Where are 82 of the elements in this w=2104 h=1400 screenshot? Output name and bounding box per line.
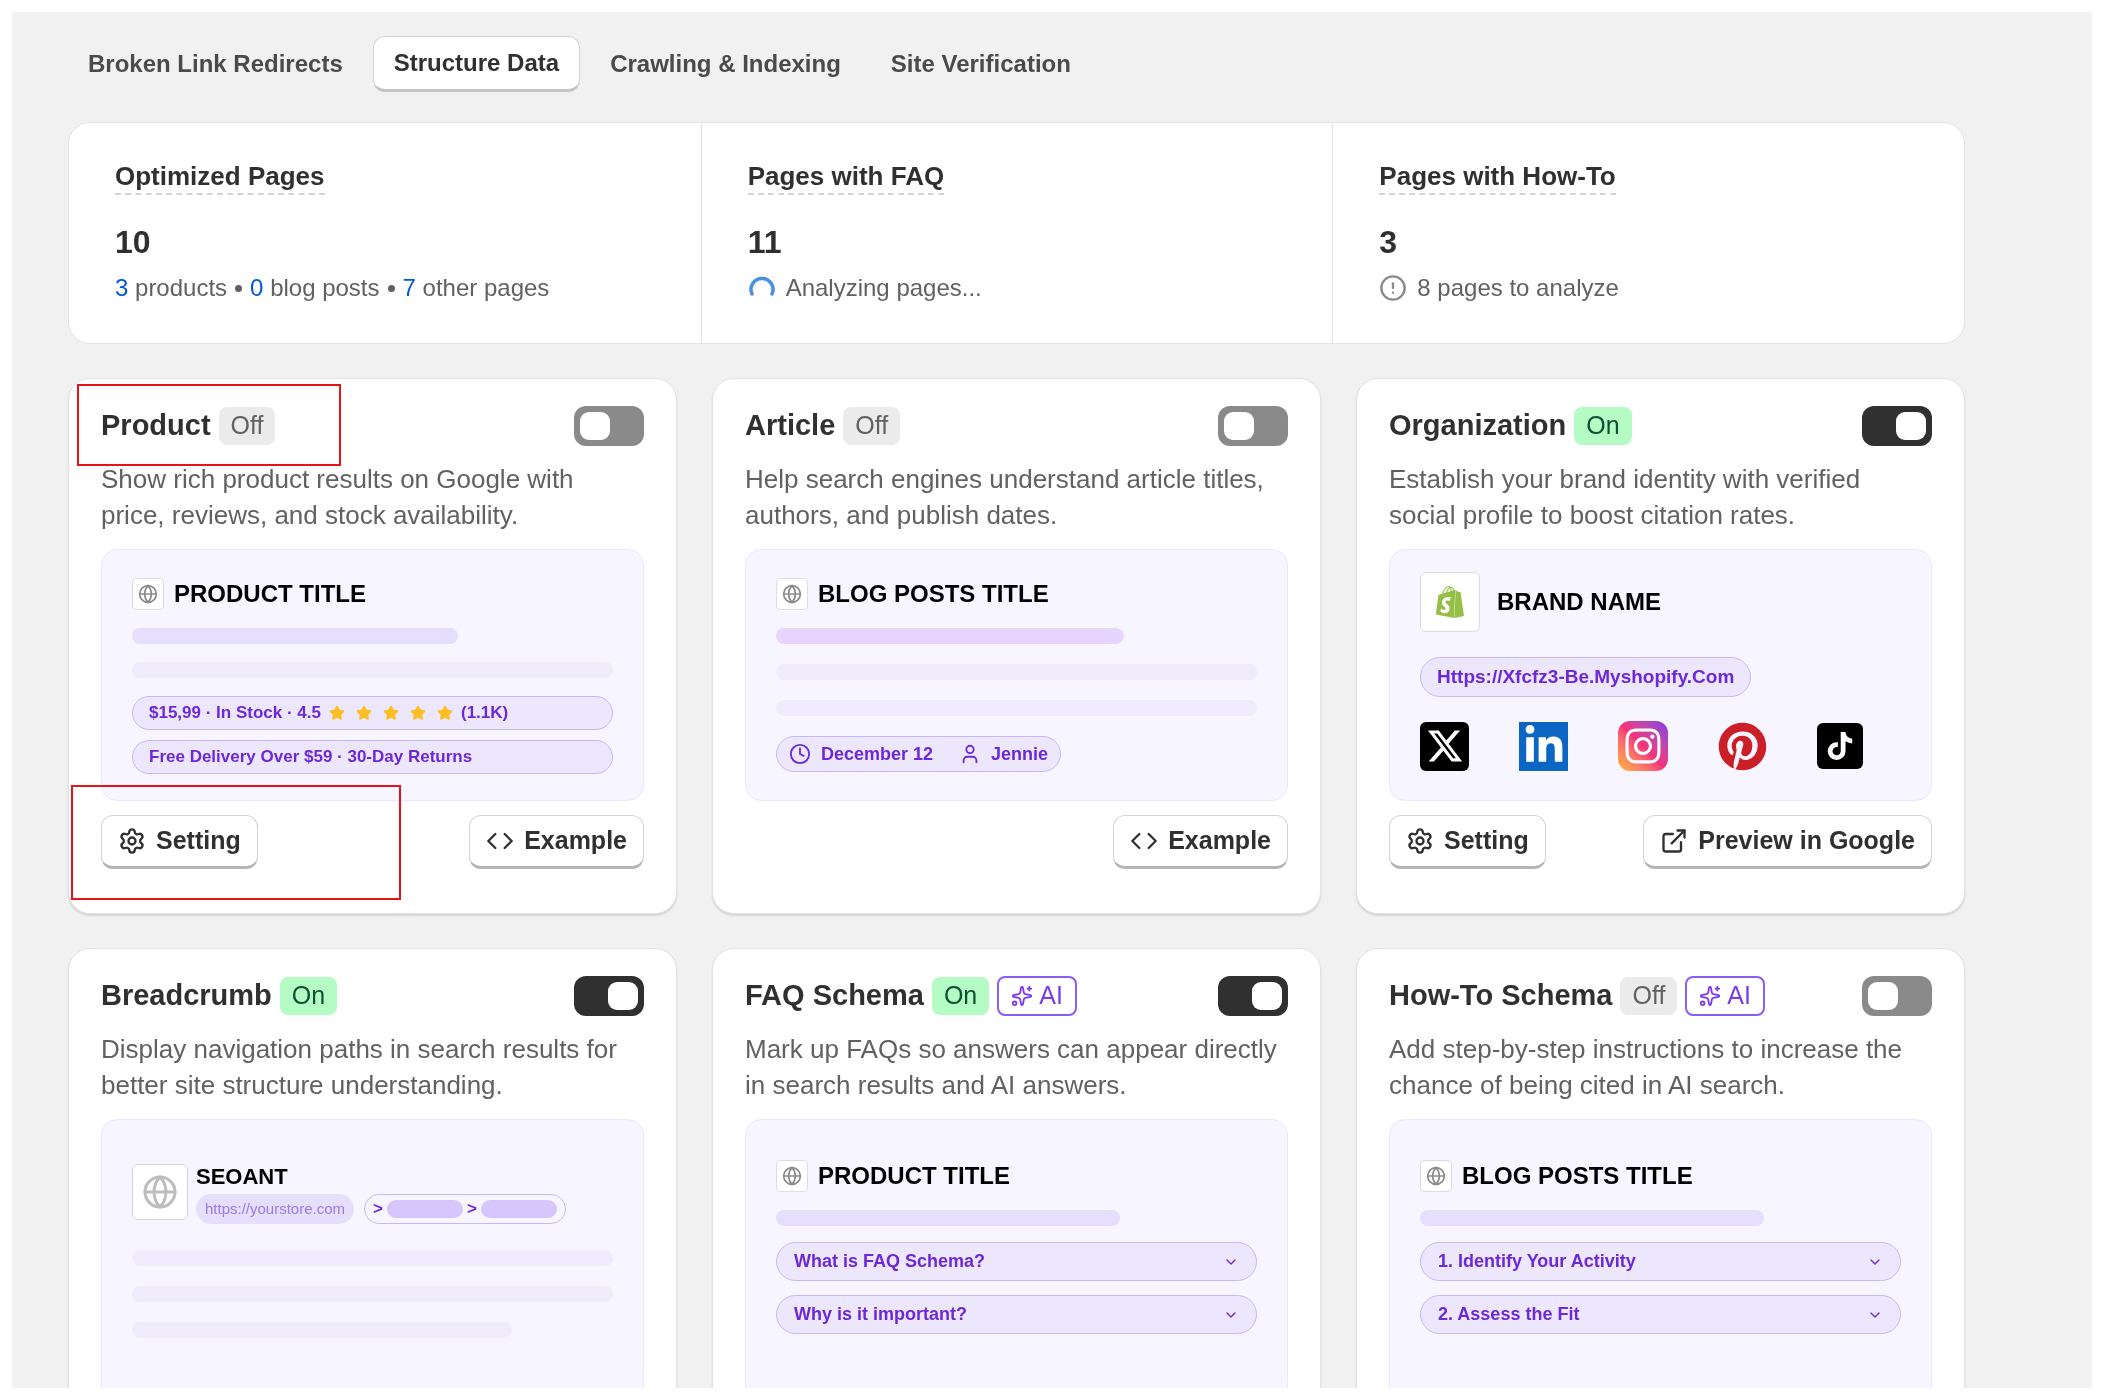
site-name: SEOANT [196,1164,289,1190]
card-title: Article [745,408,836,444]
price-pill: $15,99 · In Stock · 4.5 (1.1K) [132,696,613,730]
tab[interactable]: Broken Link Redirects [68,36,363,92]
preview-title: PRODUCT TITLE [818,1161,1010,1191]
stat-title: Optimized Pages [115,161,325,195]
tab[interactable]: Site Verification [870,36,1091,92]
url-pill: https://yourstore.com [196,1194,355,1224]
stat-value: 11 [747,223,783,262]
pinterest-logo-icon [1718,721,1767,771]
toggle-switch[interactable] [1862,406,1932,446]
toggle-switch[interactable] [1862,976,1932,1016]
stat-value: 3 [1379,223,1399,262]
setting-button[interactable]: Setting [1389,815,1546,869]
question-row[interactable]: What is FAQ Schema? [776,1242,1257,1281]
gear-icon [118,827,146,855]
star-icon [382,705,399,721]
count-text: 7 other pages [402,273,550,303]
globe-icon [1420,1160,1452,1192]
setting-button[interactable]: Setting [101,815,258,869]
card-description: Help search engines understand article titles, authors, and publish dates. [745,463,1265,532]
toggle-switch[interactable] [1218,976,1288,1016]
example-button[interactable]: Example [469,815,644,869]
url-pill: Https://Xfcfz3-Be.Myshopify.Com [1420,657,1752,697]
card-title: Breadcrumb [101,978,272,1014]
preview-title: BLOG POSTS TITLE [1462,1161,1693,1191]
star-icon [409,705,426,721]
delivery-pill: Free Delivery Over $59 · 30-Day Returns [132,740,613,774]
stat-title: Pages with FAQ [747,161,945,195]
tab[interactable]: Crawling & Indexing [590,36,861,92]
globe-icon [132,578,164,610]
status-badge: Off [843,407,901,445]
status-text: Analyzing pages... [785,273,982,303]
brand-name: BRAND NAME [1497,587,1661,617]
card-title: Product [101,408,211,444]
card-description: Establish your brand identity with verified social profile to boost citation rates. [1389,463,1862,532]
question-row[interactable]: Why is it important? [776,1295,1257,1334]
status-badge: On [1574,407,1632,445]
toggle-switch[interactable] [574,406,644,446]
linkedin-logo-icon [1519,721,1568,771]
star-icon [328,705,345,721]
status-badge: On [279,977,338,1015]
stat-value: 10 [115,223,152,262]
card-title: FAQ Schema [745,978,924,1014]
card-description: Show rich product results on Google with price, reviews, and stock availability. [101,463,575,532]
question-row[interactable]: 2. Assess the Fit [1420,1295,1901,1334]
preview-title: BLOG POSTS TITLE [818,579,1049,609]
globe-icon [776,578,808,610]
gear-icon [1406,827,1434,855]
count-text: 0 blog posts [250,273,380,303]
status-badge: Off [1620,977,1678,1015]
alert-icon [1379,274,1408,302]
preview-button[interactable]: Preview in Google [1643,815,1932,869]
card-description: Add step-by-step instructions to increase the chance of being cited in AI search. [1389,1033,1904,1102]
ai-badge: AI [997,976,1077,1016]
status-badge: Off [218,407,276,445]
shopping-bag-logo-icon [1420,572,1480,632]
meta-pill: December 12 Jennie [776,736,1062,772]
clock-icon [789,743,811,765]
status-badge: On [931,977,990,1015]
example-button[interactable]: Example [1113,815,1288,869]
card-description: Display navigation paths in search results for better site structure understanding. [101,1033,618,1102]
preview-title: PRODUCT TITLE [174,579,366,609]
toggle-switch[interactable] [1218,406,1288,446]
status-text: 8 pages to analyze [1417,273,1619,303]
external-link-icon [1660,827,1689,855]
toggle-switch[interactable] [574,976,644,1016]
tab[interactable]: Structure Data [372,36,581,92]
ai-badge: AI [1685,976,1765,1016]
card-title: Organization [1389,408,1567,444]
instagram-logo-icon [1618,721,1668,771]
card-description: Mark up FAQs so answers can appear directly in search results and AI answers. [745,1033,1278,1102]
question-row[interactable]: 1. Identify Your Activity [1420,1242,1901,1281]
card-title: How-To Schema [1389,978,1613,1014]
star-icon [436,705,453,721]
globe-icon [776,1160,808,1192]
tiktok-logo-icon [1817,723,1863,769]
x-logo-icon [1420,721,1469,771]
stat-title: Pages with How-To [1379,161,1616,195]
count-text: 3 products [115,273,228,303]
star-icon [355,705,372,721]
globe-icon [132,1164,188,1220]
